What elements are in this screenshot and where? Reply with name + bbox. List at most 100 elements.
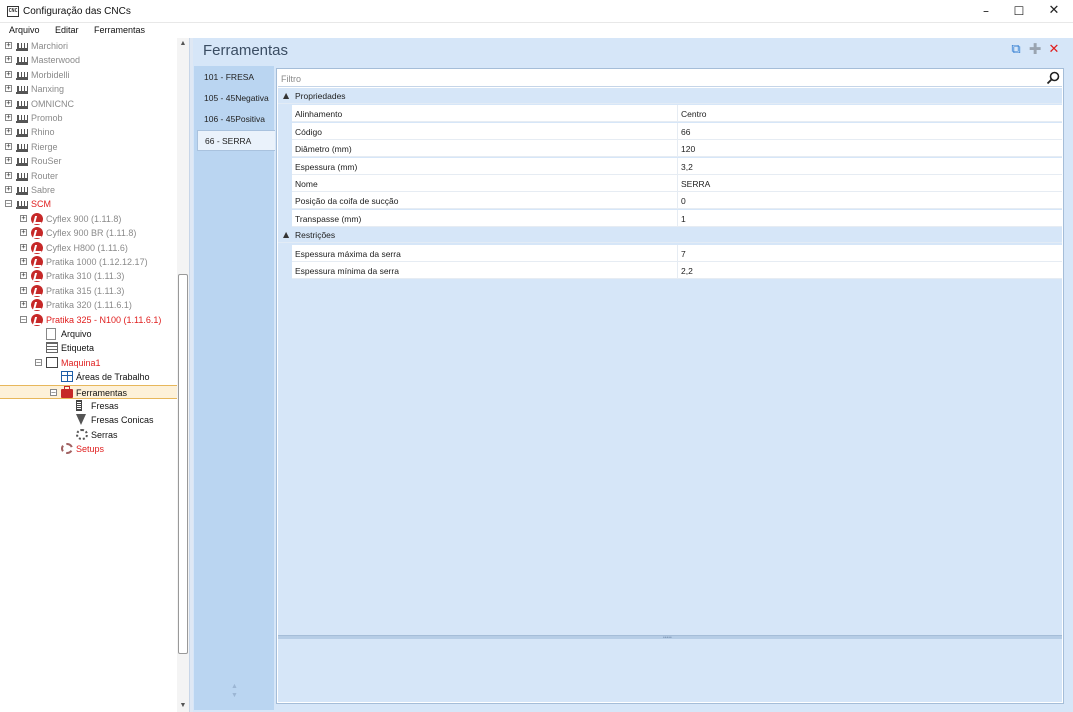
property-value[interactable]: Centro xyxy=(681,109,707,119)
expand-icon[interactable]: + xyxy=(5,186,12,193)
expand-icon[interactable]: + xyxy=(5,157,12,165)
column-divider[interactable] xyxy=(677,175,678,192)
property-row[interactable]: Alinhamento Centro xyxy=(292,105,1062,123)
expand-icon[interactable]: + xyxy=(5,85,12,93)
property-row[interactable]: Espessura mínima da serra 2,2 xyxy=(292,262,1062,279)
expand-icon[interactable]: + xyxy=(5,114,12,121)
menu-ferramentas[interactable]: Ferramentas xyxy=(94,25,145,35)
tree-item[interactable]: + Rierge xyxy=(0,140,177,154)
expand-icon[interactable]: + xyxy=(5,70,12,78)
tree-item[interactable]: + Rhino xyxy=(0,125,177,139)
tree-item[interactable]: Fresas Conicas xyxy=(0,413,177,427)
tree-item[interactable]: Fresas xyxy=(0,399,177,413)
tree-item[interactable]: + Router xyxy=(0,169,177,183)
property-row[interactable]: Código 66 xyxy=(292,122,1062,140)
collapse-icon[interactable]: – xyxy=(20,315,27,323)
tree-item[interactable]: + Masterwood xyxy=(0,53,177,67)
tree-item[interactable]: + Morbidelli xyxy=(0,68,177,82)
menu-editar[interactable]: Editar xyxy=(55,25,79,35)
column-divider[interactable] xyxy=(677,105,678,123)
tabs-down-arrow-icon[interactable]: ▼ xyxy=(231,691,238,700)
collapse-icon[interactable]: – xyxy=(35,358,42,366)
tree-item[interactable]: + Sabre xyxy=(0,183,177,197)
tab-101-fresa[interactable]: 101 - FRESA xyxy=(197,67,273,88)
copy-icon[interactable]: ⧉ xyxy=(1009,43,1023,56)
property-value[interactable]: 120 xyxy=(681,144,695,154)
tree-item[interactable]: + Cyflex H800 (1.11.6) xyxy=(0,241,177,255)
scroll-down-arrow-icon[interactable]: ▼ xyxy=(177,700,189,712)
column-divider[interactable] xyxy=(677,262,678,279)
property-row[interactable]: Diâmetro (mm) 120 xyxy=(292,140,1062,158)
tree-item[interactable]: – Maquina1 xyxy=(0,356,177,370)
delete-icon[interactable]: ✕ xyxy=(1047,43,1061,56)
tree-item[interactable]: + Pratika 320 (1.11.6.1) xyxy=(0,298,177,312)
property-row[interactable]: Transpasse (mm) 1 xyxy=(292,209,1062,227)
tree-item[interactable]: + Cyflex 900 (1.11.8) xyxy=(0,212,177,226)
tree-item[interactable]: + Pratika 1000 (1.12.12.17) xyxy=(0,255,177,269)
minimize-button[interactable]: – xyxy=(969,0,1003,22)
tree-item[interactable]: Etiqueta xyxy=(0,341,177,355)
menu-arquivo[interactable]: Arquivo xyxy=(9,25,40,35)
collapse-chevron-icon[interactable]: ▲ xyxy=(283,230,289,239)
close-button[interactable]: ✕ xyxy=(1037,0,1071,22)
property-value[interactable]: SERRA xyxy=(681,179,710,189)
tree-item[interactable]: + RouSer xyxy=(0,154,177,168)
tree-item[interactable]: + Marchiori xyxy=(0,39,177,53)
expand-icon[interactable]: + xyxy=(5,171,12,179)
property-value[interactable]: 66 xyxy=(681,127,690,137)
add-icon[interactable]: ✚ xyxy=(1028,42,1042,57)
tab-105-45negativa[interactable]: 105 - 45Negativa xyxy=(197,88,273,109)
expand-icon[interactable]: + xyxy=(20,286,27,294)
expand-icon[interactable]: + xyxy=(20,229,27,237)
expand-icon[interactable]: + xyxy=(20,243,27,251)
tree-item[interactable]: + Cyflex 900 BR (1.11.8) xyxy=(0,226,177,240)
property-row[interactable]: Espessura (mm) 3,2 xyxy=(292,157,1062,175)
expand-icon[interactable]: + xyxy=(20,214,27,222)
column-divider[interactable] xyxy=(677,244,678,262)
tree-scrollbar[interactable]: ▲ ▼ xyxy=(177,38,189,712)
tab-66-serra[interactable]: 66 - SERRA xyxy=(197,130,275,151)
expand-icon[interactable]: + xyxy=(5,142,12,150)
tree-item[interactable]: + OMNICNC xyxy=(0,97,177,111)
category-row[interactable]: ▲ Propriedades xyxy=(278,88,1062,104)
expand-icon[interactable]: + xyxy=(20,272,27,280)
collapse-icon[interactable]: – xyxy=(5,200,12,208)
tabs-up-arrow-icon[interactable]: ▲ xyxy=(231,682,238,691)
scrollbar-thumb[interactable] xyxy=(178,274,188,654)
collapse-chevron-icon[interactable]: ▲ xyxy=(283,91,289,100)
tree-item[interactable]: Arquivo xyxy=(0,327,177,341)
property-value[interactable]: 2,2 xyxy=(681,266,693,276)
expand-icon[interactable]: + xyxy=(20,258,27,265)
tree-item[interactable]: + Nanxing xyxy=(0,82,177,96)
property-value[interactable]: 1 xyxy=(681,214,686,224)
collapse-icon[interactable]: – xyxy=(50,388,57,396)
column-divider[interactable] xyxy=(677,140,678,158)
expand-icon[interactable]: + xyxy=(5,56,12,64)
tab-106-45positiva[interactable]: 106 - 45Positiva xyxy=(197,109,273,130)
expand-icon[interactable]: + xyxy=(20,301,27,309)
property-value[interactable]: 7 xyxy=(681,249,686,259)
property-row[interactable]: Nome SERRA xyxy=(292,175,1062,192)
column-divider[interactable] xyxy=(677,209,678,227)
expand-icon[interactable]: + xyxy=(5,99,12,107)
property-value[interactable]: 3,2 xyxy=(681,162,693,172)
expand-icon[interactable]: + xyxy=(5,42,12,49)
tabs-scroll-arrows[interactable]: ▲ ▼ xyxy=(231,682,238,700)
property-value[interactable]: 0 xyxy=(681,196,686,206)
tree-item[interactable]: + Pratika 315 (1.11.3) xyxy=(0,284,177,298)
tree-item[interactable]: – Ferramentas xyxy=(0,384,177,399)
tree-item[interactable]: Setups xyxy=(0,442,177,456)
filter-input[interactable] xyxy=(281,72,1021,85)
search-icon[interactable] xyxy=(1046,71,1060,85)
maximize-button[interactable]: ☐ xyxy=(1002,0,1036,22)
category-row[interactable]: ▲ Restrições xyxy=(278,227,1062,244)
tree-item[interactable]: – Pratika 325 - N100 (1.11.6.1) xyxy=(0,313,177,327)
scroll-up-arrow-icon[interactable]: ▲ xyxy=(177,38,189,50)
tree-item[interactable]: + Pratika 310 (1.11.3) xyxy=(0,269,177,283)
property-row[interactable]: Posição da coifa de sucção 0 xyxy=(292,192,1062,210)
property-row[interactable]: Espessura máxima da serra 7 xyxy=(292,244,1062,262)
expand-icon[interactable]: + xyxy=(5,128,12,136)
column-divider[interactable] xyxy=(677,192,678,210)
tree-item[interactable]: Serras xyxy=(0,428,177,442)
column-divider[interactable] xyxy=(677,122,678,140)
